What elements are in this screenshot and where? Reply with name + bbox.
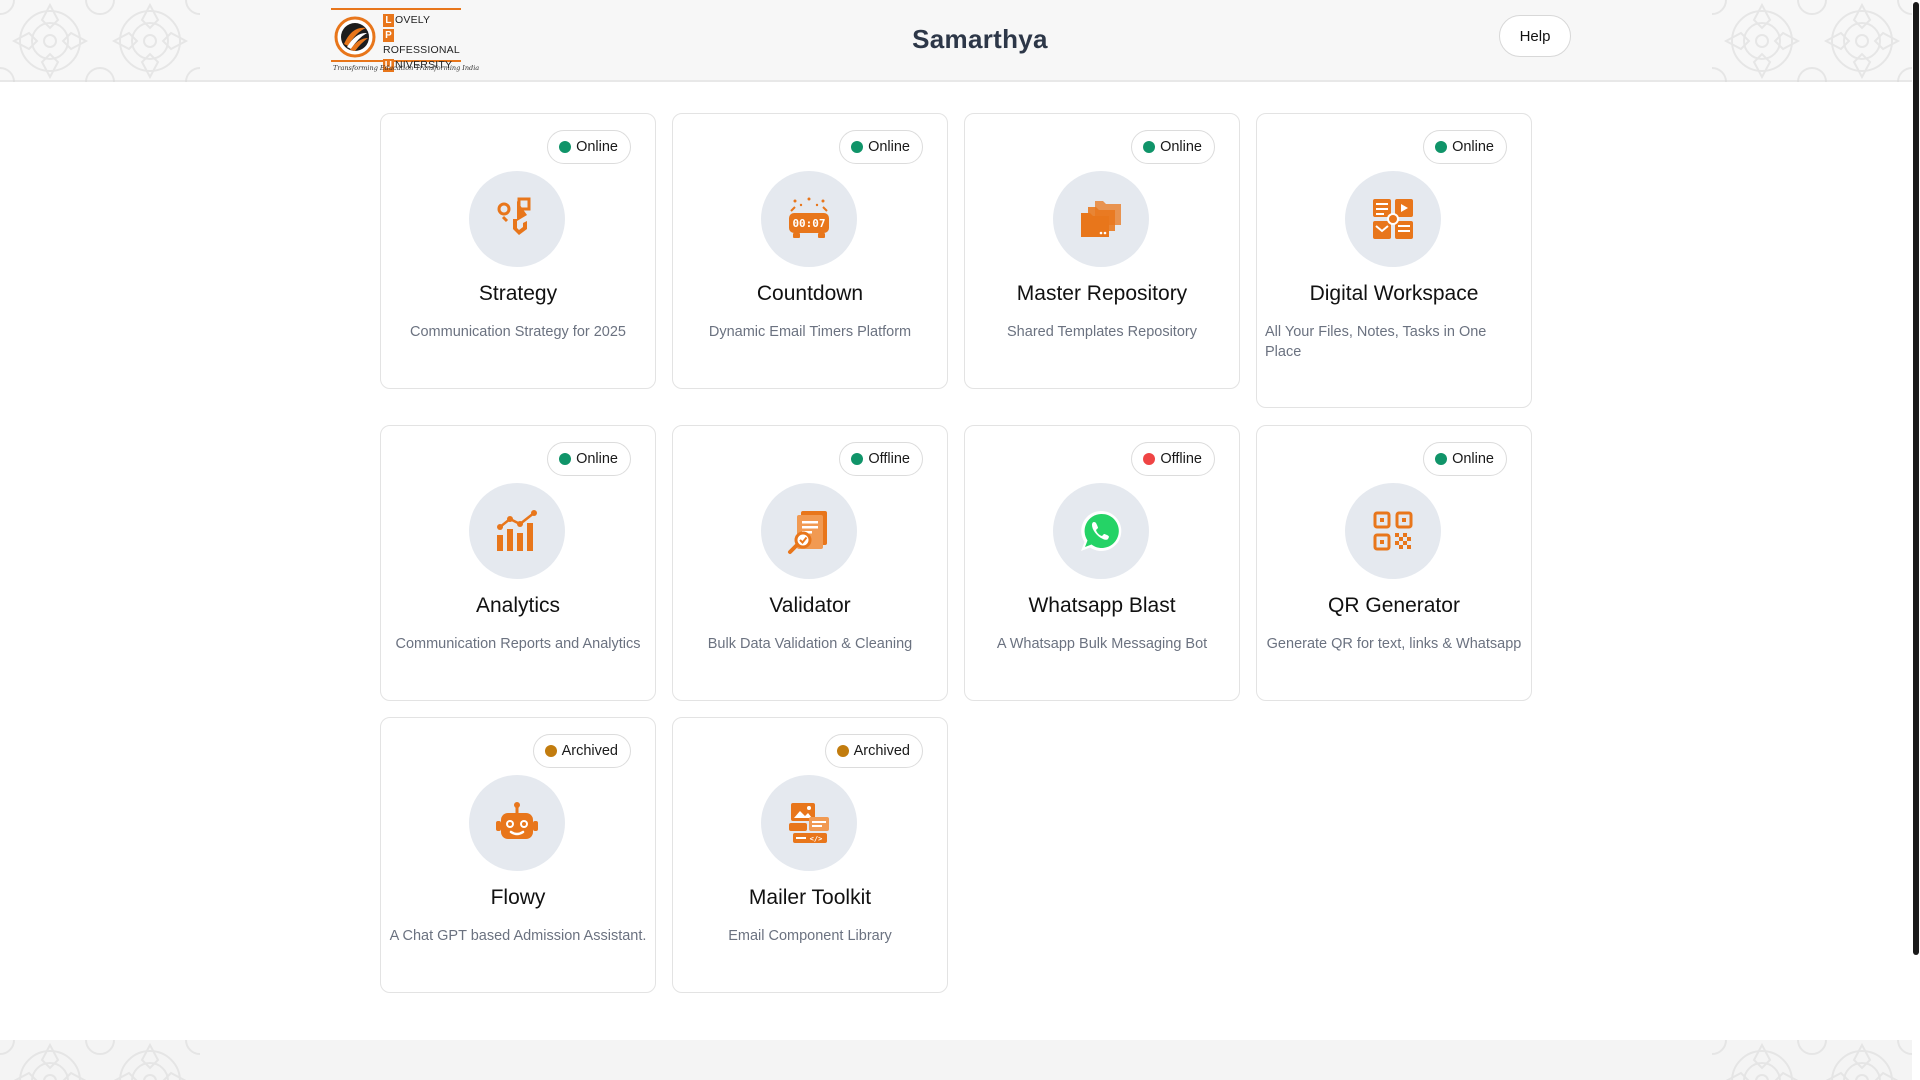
status-dot — [851, 453, 864, 465]
status-label: Online — [1452, 139, 1494, 155]
card-validator[interactable]: Offline Validator Bulk Data Validation &… — [672, 425, 948, 701]
status-label: Offline — [868, 451, 910, 467]
mandala-decoration-left — [0, 1040, 200, 1080]
status-label: Online — [576, 139, 618, 155]
status-dot — [559, 453, 572, 465]
top-header: L OVELY PROFESSIONAL U NIVERSITY Transform… — [0, 0, 1912, 82]
folders-icon — [1081, 201, 1121, 237]
card-countdown[interactable]: Online 00:07 Countdown Dynamic Email Tim… — [672, 113, 948, 389]
card-title: Mailer Toolkit — [748, 886, 872, 909]
status-dot — [544, 745, 557, 757]
card-title: Flowy — [490, 886, 546, 909]
page-title: Samarthya — [912, 24, 1048, 54]
mandala-decoration-right — [1712, 1040, 1912, 1080]
status-label: Archived — [561, 743, 618, 759]
status-badge: Archived — [532, 734, 631, 768]
card-description: A Whatsapp Bulk Messaging Bot — [996, 636, 1208, 652]
card-strategy[interactable]: Online Strategy Communication Strategy f… — [380, 113, 656, 389]
countdown-timer-icon: 00:07 — [789, 197, 829, 238]
status-label: Online — [868, 139, 910, 155]
card-whatsapp-blast[interactable]: Offline Whatsapp Blast A Whatsapp Bulk M… — [964, 425, 1240, 701]
card-icon-circle: </> — [761, 775, 857, 871]
card-mailer-toolkit[interactable]: Archived </> Mailer Toolkit Email Compon… — [672, 717, 948, 993]
status-badge: Offline — [1131, 442, 1215, 476]
card-icon-circle — [1053, 483, 1149, 579]
help-button[interactable]: Help — [1499, 15, 1571, 57]
status-dot — [1143, 453, 1156, 465]
status-badge: Archived — [824, 734, 923, 768]
status-dot — [836, 745, 849, 757]
svg-text:</>: </> — [810, 835, 823, 843]
status-label: Online — [1452, 451, 1494, 467]
card-icon-circle — [469, 775, 565, 871]
status-label: Online — [1160, 139, 1202, 155]
status-label: Offline — [1160, 451, 1202, 467]
svg-text:00:07: 00:07 — [792, 217, 825, 230]
card-description: Bulk Data Validation & Cleaning — [707, 636, 913, 652]
card-icon-circle — [469, 483, 565, 579]
robot-icon — [496, 802, 538, 839]
card-title: Analytics — [475, 594, 561, 617]
card-description: Shared Templates Repository — [1007, 324, 1197, 340]
card-description: Email Component Library — [728, 928, 892, 944]
strategy-icon — [497, 197, 531, 235]
status-badge: Online — [547, 442, 631, 476]
card-digital-workspace[interactable]: Online Digital Workspace All Your Files,… — [1256, 113, 1532, 408]
status-badge: Online — [547, 130, 631, 164]
scrollbar-thumb[interactable] — [1913, 2, 1919, 955]
card-icon-circle: 00:07 — [761, 171, 857, 267]
status-badge: Online — [1423, 130, 1507, 164]
card-icon-circle — [469, 171, 565, 267]
card-qr-generator[interactable]: Online QR Generator Generate QR for text — [1256, 425, 1532, 701]
card-description: A Chat GPT based Admission Assistant. — [389, 928, 647, 944]
qr-code-icon — [1373, 511, 1413, 551]
workspace-icon — [1373, 199, 1413, 239]
bar-chart-icon — [497, 510, 537, 551]
card-description: All Your Files, Notes, Tasks in One Plac… — [1265, 324, 1487, 360]
logo-tagline: Transforming Education Transforming Indi… — [333, 64, 480, 72]
card-title: Master Repository — [1016, 282, 1188, 305]
card-description: Dynamic Email Timers Platform — [708, 324, 912, 340]
status-dot — [1435, 141, 1448, 153]
status-dot — [1435, 453, 1448, 465]
card-title: Digital Workspace — [1309, 282, 1479, 305]
card-title: Validator — [769, 594, 851, 617]
whatsapp-icon — [1081, 510, 1122, 551]
status-label: Archived — [853, 743, 910, 759]
page-footer — [0, 1040, 1912, 1080]
card-icon-circle — [1345, 483, 1441, 579]
status-label: Online — [576, 451, 618, 467]
status-badge: Offline — [839, 442, 923, 476]
card-icon-circle — [1053, 171, 1149, 267]
card-description: Communication Strategy for 2025 — [410, 324, 626, 340]
status-dot — [851, 141, 864, 153]
card-description: Communication Reports and Analytics — [395, 636, 641, 652]
card-icon-circle — [1345, 171, 1441, 267]
card-analytics[interactable]: Online Analytics Communication Reports a… — [380, 425, 656, 701]
status-badge: Online — [839, 130, 923, 164]
card-title: Whatsapp Blast — [1028, 594, 1176, 617]
status-badge: Online — [1423, 442, 1507, 476]
card-master-repository[interactable]: Online Master Repository Shared Template… — [964, 113, 1240, 389]
card-title: Strategy — [478, 282, 558, 305]
status-dot — [559, 141, 572, 153]
card-title: QR Generator — [1328, 594, 1460, 617]
card-title: Countdown — [756, 282, 864, 305]
card-description: Generate QR for text, links & Whatsapp — [1266, 636, 1522, 652]
card-icon-circle — [761, 483, 857, 579]
status-dot — [1143, 141, 1156, 153]
document-search-icon — [788, 511, 827, 554]
mailer-components-icon: </> — [789, 803, 829, 843]
card-flowy[interactable]: Archived Flowy A Chat GPT based Admissio… — [380, 717, 656, 993]
status-badge: Online — [1131, 130, 1215, 164]
